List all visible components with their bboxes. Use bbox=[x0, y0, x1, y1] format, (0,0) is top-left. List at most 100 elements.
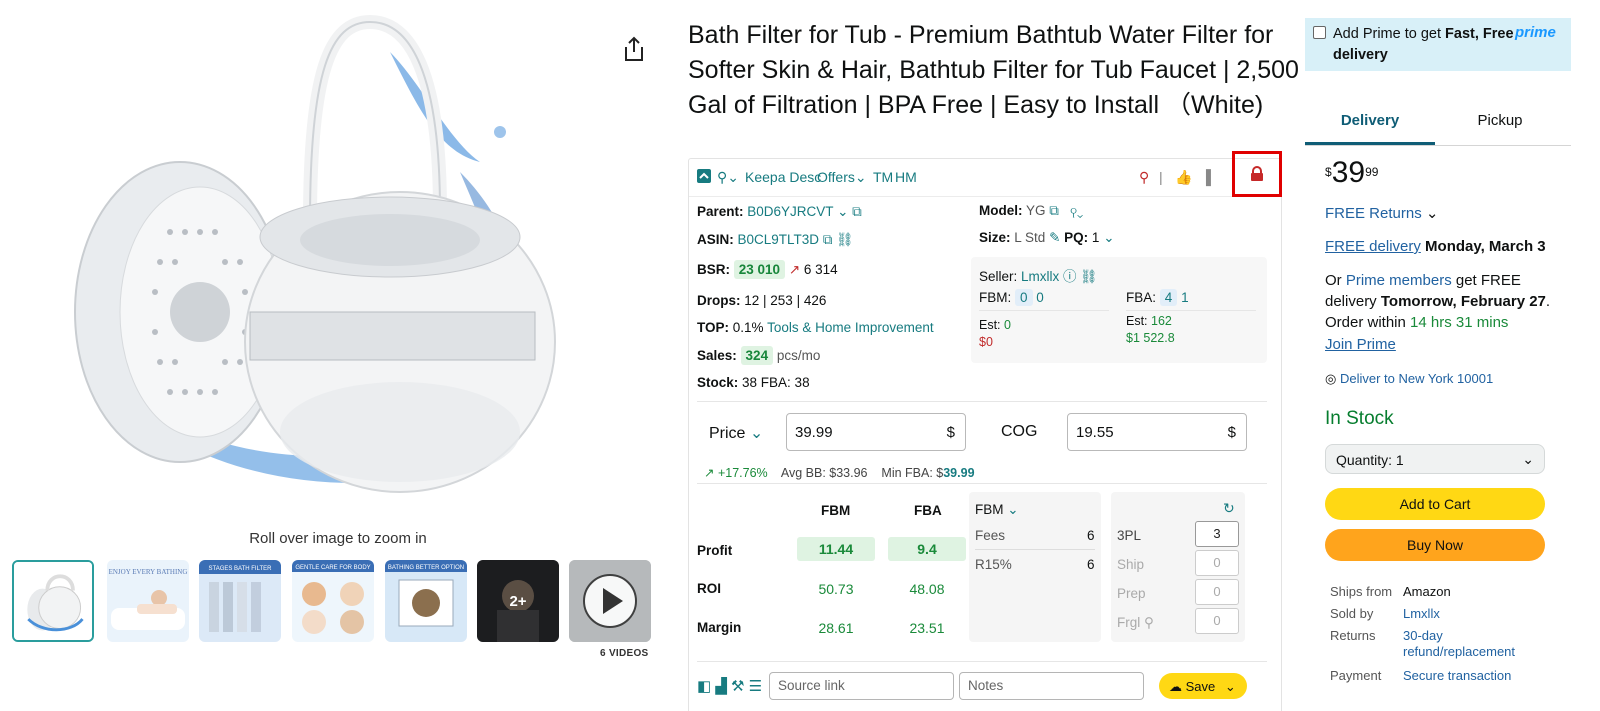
parent-row: Parent: B0D6YJRCVT ⌄ ⧉ bbox=[697, 204, 862, 219]
bottom-toolbar-icons[interactable]: ◧ ▟ ⚒ ☰ bbox=[697, 677, 762, 695]
ships-from-label: Ships from bbox=[1330, 584, 1393, 599]
chevron-down-icon: ⌄ bbox=[1522, 451, 1534, 467]
thumbs-up-icon[interactable]: 👍 bbox=[1175, 169, 1192, 186]
threepl-input[interactable]: 3 bbox=[1195, 521, 1239, 547]
tab-pickup[interactable]: Pickup bbox=[1435, 112, 1565, 129]
image-gallery: Roll over image to zoom in ENJOY EVERY B… bbox=[0, 0, 670, 711]
stock-row: Stock: 38 FBA: 38 bbox=[697, 375, 810, 390]
top-row: TOP: 0.1% Tools & Home Improvement bbox=[697, 320, 934, 335]
keepa-toolbar: ⚲⌄ Keepa Desc Offers⌄ TM HM ⚲ | 👍 ▐ bbox=[689, 151, 1282, 197]
pin-icon[interactable]: ⚲ bbox=[1139, 169, 1149, 186]
thumbnail-2[interactable]: ENJOY EVERY BATHING bbox=[107, 560, 189, 642]
tm-link[interactable]: TM bbox=[873, 169, 893, 185]
profit-fbm: 11.44 bbox=[797, 537, 875, 561]
lock-icon[interactable] bbox=[1249, 166, 1265, 182]
join-prime-link[interactable]: Join Prime bbox=[1325, 334, 1396, 355]
bsr-value: 23 010 bbox=[733, 260, 786, 279]
bsr-row: BSR: 23 010 ↗ 6 314 bbox=[697, 260, 838, 279]
fees-value: 6 bbox=[1087, 528, 1095, 543]
svg-text:GENTLE CARE FOR BODY: GENTLE CARE FOR BODY bbox=[295, 565, 370, 571]
r15-value: 6 bbox=[1087, 557, 1095, 572]
margin-fba: 23.51 bbox=[909, 620, 945, 636]
col-fba: FBA bbox=[914, 503, 942, 518]
row-label-profit: Profit bbox=[697, 543, 733, 558]
size-row: Size: L Std ✎ PQ: 1 ⌄ bbox=[979, 230, 1115, 245]
buy-now-button[interactable]: Buy Now bbox=[1325, 529, 1545, 561]
free-delivery-link[interactable]: FREE delivery bbox=[1325, 238, 1421, 255]
source-link-input[interactable]: Source link bbox=[769, 672, 954, 700]
asin-row: ASIN: B0CL9TLT3D ⧉ ⛓ bbox=[697, 232, 854, 247]
quantity-select[interactable]: Quantity: 1 ⌄ bbox=[1325, 444, 1545, 474]
extra-costs-panel: ↻ 3PL 3 Ship 0 Prep 0 Frgl ⚲ 0 bbox=[1111, 492, 1245, 642]
sold-by-link[interactable]: Lmxllx bbox=[1403, 606, 1440, 621]
frgl-label: Frgl ⚲ bbox=[1117, 615, 1154, 630]
free-returns-link[interactable]: FREE Returns ⌄ bbox=[1325, 203, 1438, 224]
videos-count[interactable]: 6 VIDEOS bbox=[600, 648, 649, 659]
product-title: Bath Filter for Tub - Premium Bathtub Wa… bbox=[688, 21, 1299, 119]
share-icon[interactable] bbox=[622, 36, 646, 62]
payment-link[interactable]: Secure transaction bbox=[1403, 668, 1511, 683]
prime-members-link[interactable]: Prime members bbox=[1346, 272, 1452, 289]
returns-link[interactable]: 30-day refund/replacement bbox=[1403, 628, 1515, 660]
price-dropdown[interactable]: Price ⌄ bbox=[709, 423, 763, 443]
svg-text:BATHING BETTER OPTION: BATHING BETTER OPTION bbox=[388, 565, 464, 571]
tab-delivery[interactable]: Delivery bbox=[1305, 112, 1435, 129]
product-main-image[interactable] bbox=[60, 12, 560, 512]
hm-link[interactable]: HM bbox=[895, 169, 917, 185]
parent-asin-link[interactable]: B0D6YJRCVT bbox=[747, 204, 833, 219]
svg-text:2+: 2+ bbox=[509, 593, 526, 610]
fba-estimate: Est: 162 $1 522.8 bbox=[1126, 314, 1175, 345]
collapse-icon[interactable] bbox=[697, 169, 711, 186]
fba-row: FBA: 4 1 bbox=[1126, 289, 1189, 306]
stock-status: In Stock bbox=[1325, 408, 1394, 429]
svg-text:STAGES BATH FILTER: STAGES BATH FILTER bbox=[208, 566, 272, 572]
fees-mode-dropdown[interactable]: FBM ⌄ bbox=[975, 502, 1019, 518]
zoom-hint: Roll over image to zoom in bbox=[249, 530, 427, 547]
threepl-label: 3PL bbox=[1117, 528, 1142, 543]
video-thumbnail[interactable] bbox=[569, 560, 651, 642]
offers-dropdown[interactable]: Offers⌄ bbox=[817, 169, 867, 186]
r15-label: R15% bbox=[975, 557, 1012, 572]
thumbnail-3[interactable]: STAGES BATH FILTER bbox=[199, 560, 281, 642]
refresh-icon[interactable]: ↻ bbox=[1223, 500, 1235, 517]
thumbs-down-icon[interactable]: ▐ bbox=[1201, 169, 1211, 185]
deliver-to-location[interactable]: ◎ Deliver to New York 10001 bbox=[1325, 368, 1493, 389]
lock-highlight bbox=[1232, 151, 1282, 197]
col-fbm: FBM bbox=[821, 503, 851, 518]
frgl-input[interactable]: 0 bbox=[1195, 608, 1239, 634]
sales-row: Sales: 324 pcs/mo bbox=[697, 346, 821, 365]
cog-input[interactable]: 19.55 $ bbox=[1067, 413, 1247, 451]
fees-label: Fees bbox=[975, 528, 1006, 543]
thumbnail-6[interactable]: 2+ bbox=[477, 560, 559, 642]
seller-link[interactable]: Lmxllx bbox=[1021, 269, 1059, 284]
profit-fba: 9.4 bbox=[888, 537, 966, 561]
asin-link[interactable]: B0CL9TLT3D bbox=[738, 232, 820, 247]
ship-input[interactable]: 0 bbox=[1195, 550, 1239, 576]
thumbnail-4[interactable]: GENTLE CARE FOR BODY bbox=[292, 560, 374, 642]
price-input[interactable]: 39.99 $ bbox=[786, 413, 966, 451]
svg-text:ENJOY EVERY BATHING: ENJOY EVERY BATHING bbox=[109, 568, 188, 576]
add-to-cart-button[interactable]: Add to Cart bbox=[1325, 488, 1545, 520]
category-link[interactable]: Tools & Home Improvement bbox=[767, 320, 934, 335]
keepa-desc-link[interactable]: Keepa Desc bbox=[745, 169, 821, 185]
prime-logo: prime bbox=[1515, 24, 1556, 41]
save-button[interactable]: ☁ Save ⌄ bbox=[1159, 673, 1247, 699]
sold-by-label: Sold by bbox=[1330, 606, 1374, 621]
cog-label: COG bbox=[1001, 423, 1038, 440]
ship-label: Ship bbox=[1117, 557, 1145, 572]
row-label-margin: Margin bbox=[697, 620, 742, 635]
thumbnail-1[interactable] bbox=[12, 560, 94, 642]
prep-input[interactable]: 0 bbox=[1195, 579, 1239, 605]
returns-label: Returns bbox=[1330, 628, 1376, 643]
thumbnail-5[interactable]: BATHING BETTER OPTION bbox=[385, 560, 467, 642]
search-dropdown-icon[interactable]: ⚲⌄ bbox=[717, 169, 739, 186]
notes-input[interactable]: Notes bbox=[959, 672, 1144, 700]
row-label-roi: ROI bbox=[697, 581, 722, 596]
roi-fba: 48.08 bbox=[909, 581, 945, 597]
payment-label: Payment bbox=[1330, 668, 1382, 683]
separator: | bbox=[1159, 169, 1163, 185]
model-row: Model: YG ⧉ ⚲⌄ bbox=[979, 203, 1084, 218]
roi-fbm: 50.73 bbox=[818, 581, 854, 597]
prime-checkbox[interactable] bbox=[1313, 26, 1326, 39]
location-pin-icon: ◎ bbox=[1325, 371, 1337, 386]
